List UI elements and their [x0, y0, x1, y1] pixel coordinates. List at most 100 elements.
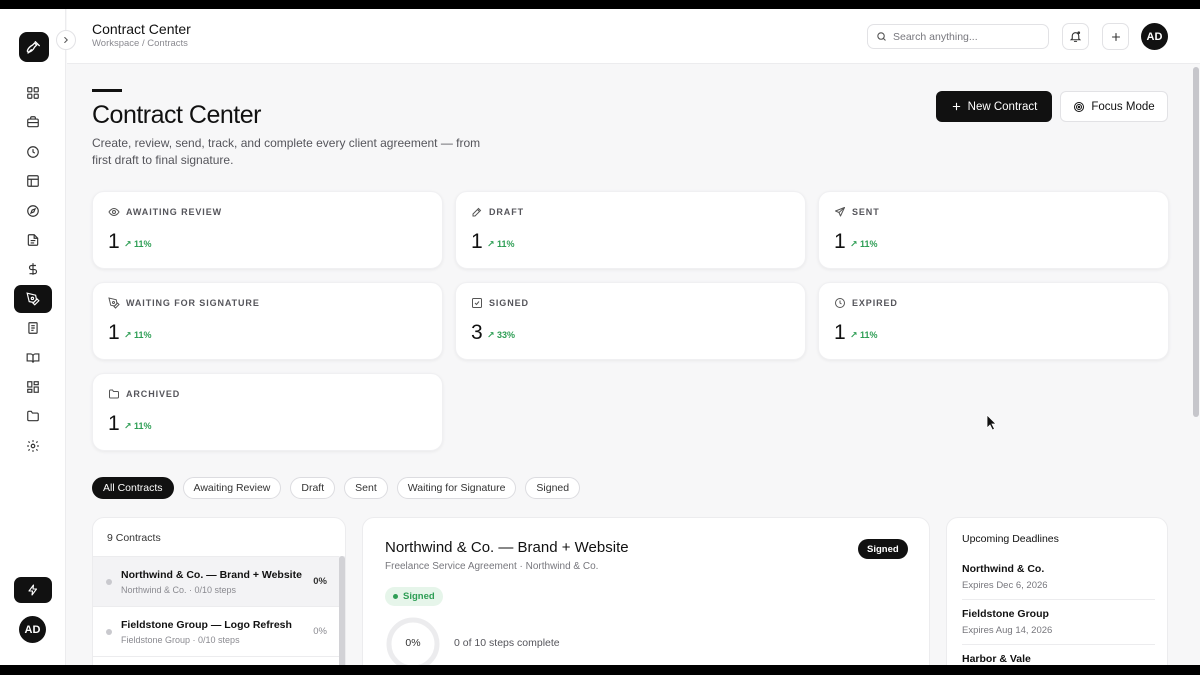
sidebar-item-explore[interactable]	[14, 197, 52, 225]
list-item[interactable]: Northwind & Co. — Brand + Website Northw…	[93, 556, 339, 606]
sidebar-item-layout[interactable]	[14, 167, 52, 195]
stat-delta-value: 11%	[134, 239, 152, 249]
compass-icon	[27, 204, 39, 217]
list-item-title: Fieldstone Group — Logo Refresh	[121, 619, 292, 631]
list-item[interactable]: Fieldstone Group — Logo Refresh Fieldsto…	[93, 606, 339, 656]
eye-icon	[108, 207, 120, 217]
top-header: Contract Center Workspace / Contracts AD	[67, 9, 1200, 64]
sidebar-item-files[interactable]	[14, 402, 52, 430]
add-button[interactable]	[1102, 23, 1129, 50]
stat-card-archived[interactable]: ARCHIVED 1 ↗ 11%	[92, 373, 443, 451]
status-pill: Signed	[385, 587, 443, 606]
sidebar-item-time[interactable]	[14, 138, 52, 166]
stat-label: DRAFT	[489, 207, 524, 217]
list-item[interactable]	[93, 656, 339, 665]
progress-percent: 0%	[405, 637, 421, 649]
status-dot	[106, 579, 112, 585]
sidebar-item-finance[interactable]	[14, 255, 52, 283]
steps-complete-text: 0 of 10 steps complete	[454, 637, 560, 649]
stat-delta: ↗ 11%	[124, 421, 152, 431]
focus-mode-button[interactable]: Focus Mode	[1060, 91, 1168, 122]
deadline-client: Harbor & Vale	[962, 653, 1031, 665]
contract-subtitle: Freelance Service Agreement · Northwind …	[385, 561, 599, 572]
search-box[interactable]	[867, 24, 1049, 49]
stat-delta: ↗ 11%	[487, 239, 515, 249]
stat-label-row: DRAFT	[471, 206, 524, 218]
stat-card-expired[interactable]: EXPIRED 1 ↗ 11%	[818, 282, 1169, 360]
sidebar-item-apps[interactable]	[14, 373, 52, 401]
stat-delta: ↗ 11%	[124, 330, 152, 340]
list-scrollbar-thumb[interactable]	[339, 556, 345, 665]
stat-label: WAITING FOR SIGNATURE	[126, 298, 260, 308]
stat-delta-value: 33%	[497, 330, 516, 340]
plus-icon	[1111, 32, 1120, 41]
sidebar-avatar[interactable]: AD	[19, 616, 46, 643]
sidebar-item-documents[interactable]	[14, 226, 52, 254]
filter-awaiting-review[interactable]: Awaiting Review	[182, 477, 282, 499]
deadline-date: Expires Aug 14, 2026	[962, 625, 1053, 636]
breadcrumb[interactable]: Workspace / Contracts	[92, 38, 188, 49]
sidebar-item-invoices[interactable]	[14, 314, 52, 342]
check-square-icon	[472, 298, 482, 308]
stat-card-awaiting-review[interactable]: AWAITING REVIEW 1 ↗ 11%	[92, 191, 443, 269]
filter-all-contracts[interactable]: All Contracts	[92, 477, 174, 499]
receipt-icon	[28, 322, 38, 334]
list-item-meta: Northwind & Co. · 0/10 steps	[121, 585, 237, 595]
deadline-item[interactable]: Harbor & Vale	[962, 653, 1155, 665]
page-scrollbar[interactable]	[1193, 67, 1199, 417]
filter-signed[interactable]: Signed	[525, 477, 581, 499]
stat-value: 3	[471, 321, 483, 344]
stat-label: SIGNED	[489, 298, 529, 308]
stat-label: EXPIRED	[852, 298, 898, 308]
app-logo[interactable]	[19, 32, 49, 62]
chevron-right-icon	[64, 36, 68, 44]
stat-card-sent[interactable]: SENT 1 ↗ 11%	[818, 191, 1169, 269]
header-title: Contract Center	[92, 21, 191, 37]
stat-value: 1	[471, 230, 483, 253]
user-avatar[interactable]: AD	[1141, 23, 1168, 50]
deadline-date: Expires Dec 6, 2026	[962, 580, 1048, 591]
stat-delta: ↗ 33%	[487, 330, 516, 340]
pen-nib-icon	[26, 41, 40, 54]
sidebar-collapse-button[interactable]	[56, 30, 76, 50]
sidebar-item-contracts[interactable]	[14, 284, 52, 313]
sidebar-item-projects[interactable]	[14, 108, 52, 136]
deadline-client: Northwind & Co.	[962, 563, 1045, 575]
stat-value: 1	[108, 230, 120, 253]
briefcase-icon	[27, 116, 39, 128]
quick-action-button[interactable]	[14, 577, 52, 603]
contract-title: Northwind & Co. — Brand + Website	[385, 539, 629, 556]
pencil-icon	[472, 207, 482, 217]
search-icon	[877, 32, 886, 41]
contracts-list: 9 Contracts Northwind & Co. — Brand + We…	[92, 517, 346, 665]
new-contract-label: New Contract	[967, 100, 1038, 113]
new-contract-button[interactable]: New Contract	[936, 91, 1052, 122]
title-accent-bar	[92, 89, 122, 92]
list-item-meta: Fieldstone Group · 0/10 steps	[121, 635, 240, 645]
stat-delta: ↗ 11%	[850, 239, 878, 249]
status-dot	[393, 594, 398, 599]
list-item-progress: 0%	[313, 626, 327, 637]
notifications-button[interactable]	[1062, 23, 1089, 50]
deadlines-title: Upcoming Deadlines	[962, 533, 1059, 545]
sidebar-item-settings[interactable]	[14, 432, 52, 460]
filter-waiting-for-signature[interactable]: Waiting for Signature	[396, 477, 517, 499]
clock-icon	[835, 298, 845, 308]
send-icon	[835, 207, 845, 217]
filter-sent[interactable]: Sent	[344, 477, 388, 499]
stat-card-waiting-for-signature[interactable]: WAITING FOR SIGNATURE 1 ↗ 11%	[92, 282, 443, 360]
filter-chips: All Contracts Awaiting Review Draft Sent…	[92, 477, 581, 499]
layout-icon	[27, 175, 39, 188]
sidebar-item-dashboard[interactable]	[14, 79, 52, 107]
sidebar-item-library[interactable]	[14, 344, 52, 372]
filter-draft[interactable]: Draft	[290, 477, 336, 499]
search-input[interactable]	[893, 30, 1043, 43]
stat-value: 1	[834, 230, 846, 253]
deadline-item[interactable]: Northwind & Co. Expires Dec 6, 2026	[962, 563, 1155, 591]
stat-card-draft[interactable]: DRAFT 1 ↗ 11%	[455, 191, 806, 269]
stat-delta-value: 11%	[497, 239, 515, 249]
stat-value: 1	[834, 321, 846, 344]
bell-icon	[1069, 31, 1082, 42]
deadline-item[interactable]: Fieldstone Group Expires Aug 14, 2026	[962, 608, 1155, 636]
stat-card-signed[interactable]: SIGNED 3 ↗ 33%	[455, 282, 806, 360]
